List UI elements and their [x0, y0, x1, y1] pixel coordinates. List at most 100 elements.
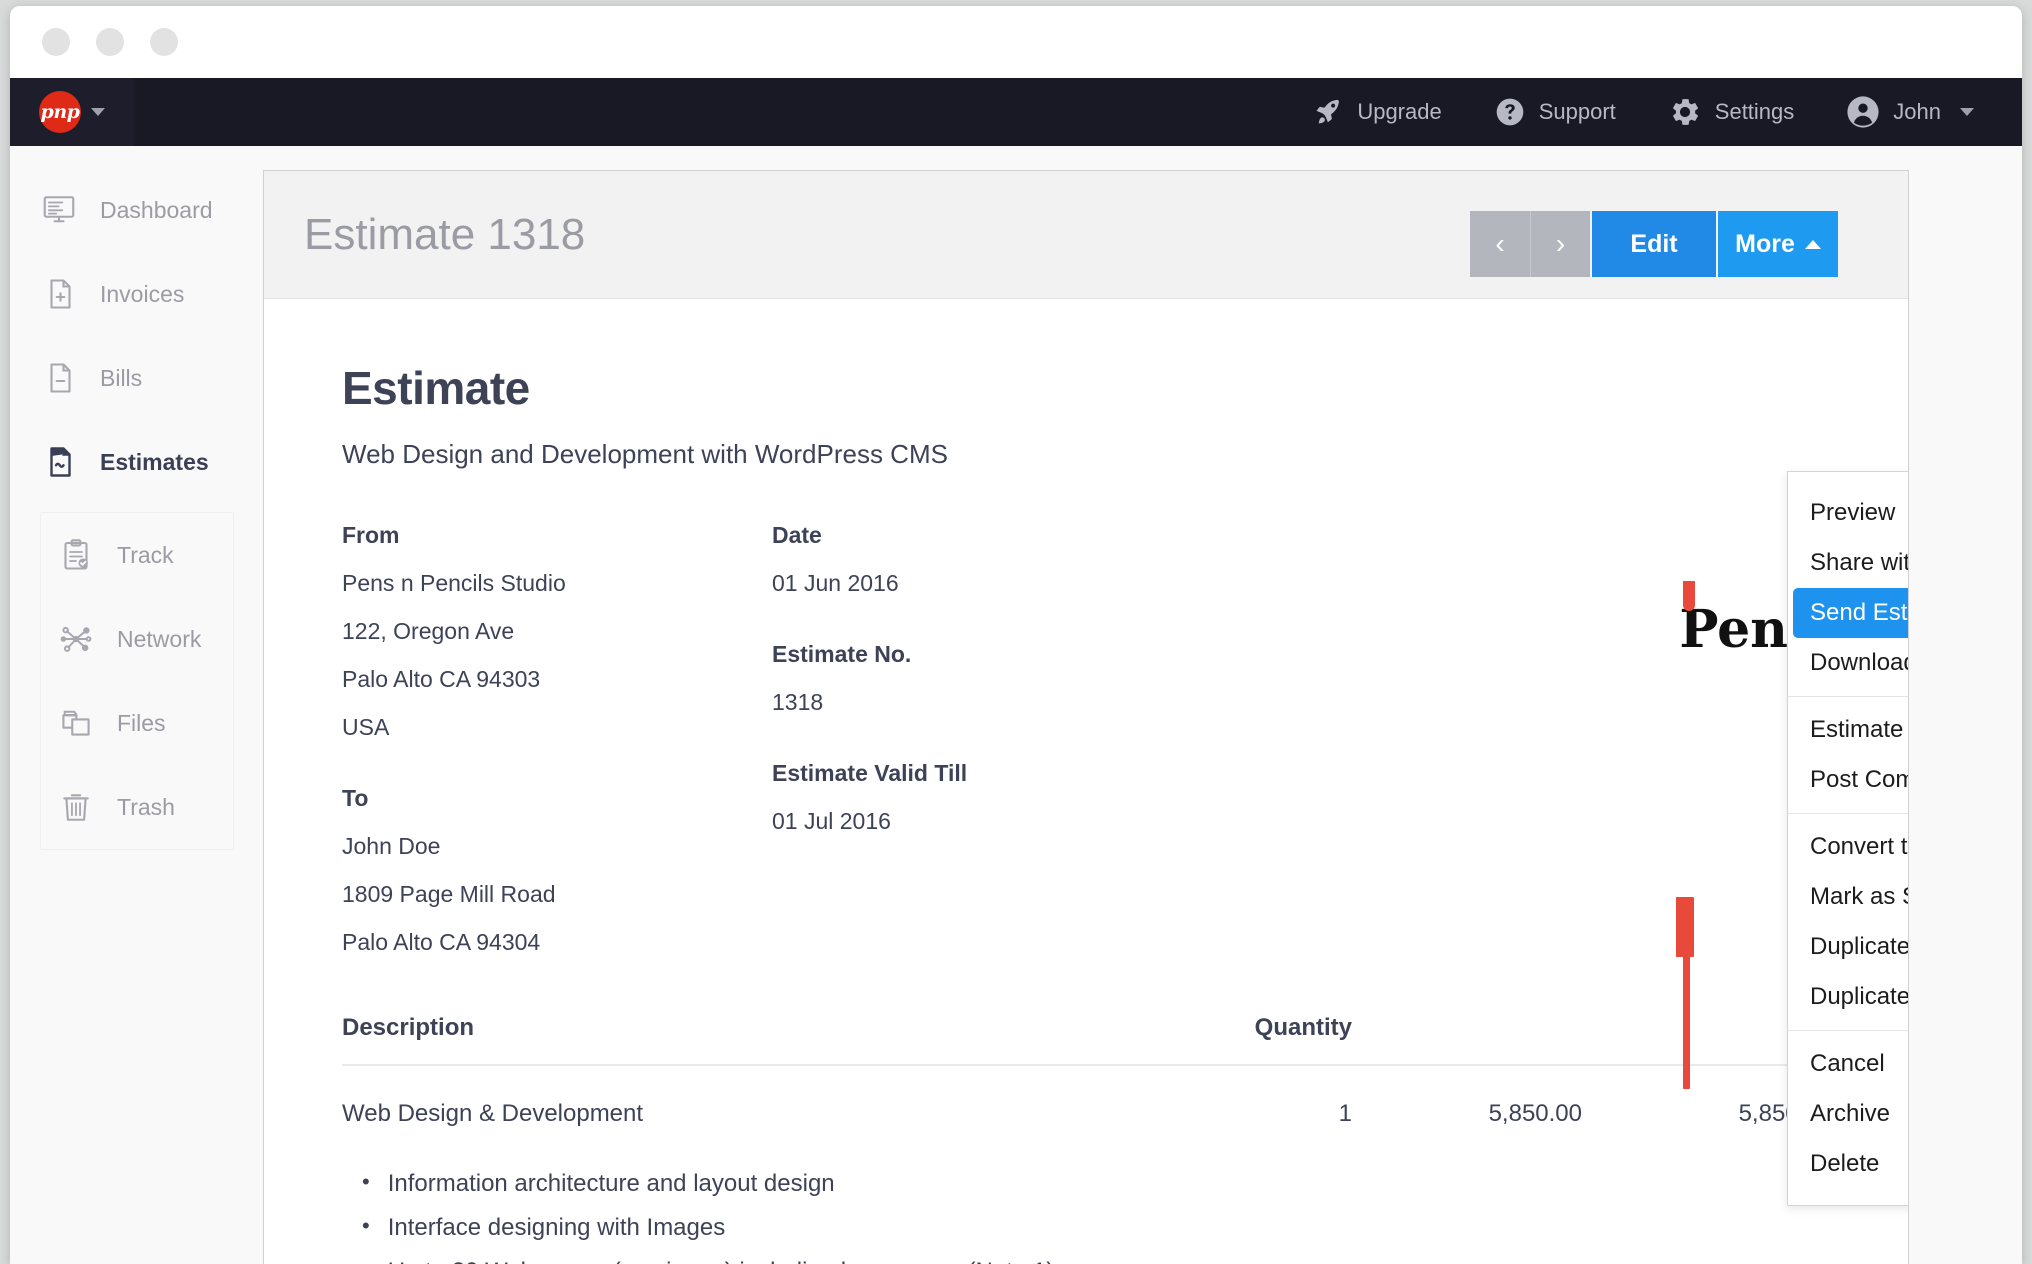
sidebar-item-estimates[interactable]: Estimates	[10, 420, 252, 504]
estimate-no-label: Estimate No.	[772, 641, 912, 667]
sidebar-item-network[interactable]: Network	[41, 597, 233, 681]
from-line: 122, Oregon Ave	[342, 618, 515, 644]
table-header-row: Description Quantity	[342, 1014, 1832, 1066]
top-navigation-actions: Upgrade Support Settings John	[1288, 78, 2000, 146]
gear-icon	[1668, 95, 1702, 129]
sidebar-secondary-group: Track Network Files Trash	[40, 512, 234, 850]
menu-item-post-comment[interactable]: Post Comment	[1788, 755, 1908, 805]
menu-item-duplicate-as-recurring[interactable]: Duplicate as Recurring	[1788, 972, 1908, 1022]
sidebar-item-label: Network	[117, 625, 202, 652]
menu-item-preview[interactable]: Preview	[1788, 488, 1908, 538]
prev-estimate-button[interactable]: ‹	[1470, 211, 1530, 277]
bullet-dot-icon: •	[362, 1213, 370, 1238]
status-stamp-top	[1683, 581, 1695, 611]
nav-item-upgrade[interactable]: Upgrade	[1288, 78, 1467, 146]
next-estimate-button[interactable]: ›	[1530, 211, 1590, 277]
nav-item-label: John	[1893, 99, 1941, 124]
menu-item-convert-to-invoice[interactable]: Convert to Invoice	[1788, 822, 1908, 872]
from-block: From Pens n Pencils Studio 122, Oregon A…	[342, 522, 772, 741]
browser-window: pnp Upgrade Support Settings John Dashbo…	[10, 6, 2022, 1264]
menu-item-download-as-pdf[interactable]: Download as PDF	[1788, 638, 1908, 688]
menu-group: Convert to Invoice Mark as Sent Duplicat…	[1788, 813, 1908, 1030]
page-title: Estimate 1318	[304, 209, 586, 259]
status-stamp-tail	[1683, 954, 1690, 1089]
list-item: • Information architecture and layout de…	[342, 1154, 1832, 1198]
to-block: To John Doe 1809 Page Mill Road Palo Alt…	[342, 785, 772, 956]
menu-item-estimate-activity[interactable]: Estimate Activity	[1788, 705, 1908, 755]
estimate-no-value: 1318	[772, 689, 824, 715]
menu-item-send-estimate[interactable]: Send Estimate	[1793, 588, 1908, 638]
sidebar-item-trash[interactable]: Trash	[41, 765, 233, 849]
sidebar-item-label: Dashboard	[100, 196, 213, 223]
more-button-label: More	[1735, 229, 1795, 258]
bullet-text: Interface designing with Images	[387, 1214, 726, 1241]
sidebar-item-dashboard[interactable]: Dashboard	[10, 168, 252, 252]
document-meta: From Pens n Pencils Studio 122, Oregon A…	[342, 522, 1908, 956]
menu-item-duplicate-estimate[interactable]: Duplicate Estimate	[1788, 922, 1908, 972]
sidebar-item-bills[interactable]: Bills	[10, 336, 252, 420]
nav-item-support[interactable]: Support	[1468, 78, 1642, 146]
nav-item-user-john[interactable]: John	[1820, 78, 2000, 146]
valid-till-label: Estimate Valid Till	[772, 760, 968, 786]
date-label: Date	[772, 522, 822, 548]
more-dropdown-menu: Preview Share with Team Send Estimate Do…	[1787, 471, 1908, 1206]
cell-description: Web Design & Development	[342, 1100, 644, 1127]
close-dot[interactable]	[42, 28, 70, 56]
monitor-icon	[40, 191, 78, 229]
network-nodes-icon	[57, 620, 95, 658]
chevron-down-icon	[91, 108, 105, 116]
from-line: Palo Alto CA 94303	[342, 666, 541, 692]
document-minus-icon	[40, 359, 78, 397]
to-label: To	[342, 785, 369, 811]
chevron-up-icon	[1804, 239, 1821, 249]
clipboard-check-icon	[57, 536, 95, 574]
rocket-icon	[1314, 97, 1344, 127]
valid-till-block: Estimate Valid Till 01 Jul 2016	[772, 760, 1202, 835]
files-stack-icon	[57, 704, 95, 742]
more-button[interactable]: More	[1718, 211, 1838, 277]
cell-quantity: 1	[1338, 1100, 1352, 1127]
list-item: • Interface designing with Images	[342, 1198, 1832, 1242]
user-avatar-icon	[1846, 95, 1880, 129]
bullet-dot-icon: •	[362, 1257, 370, 1264]
sidebar-item-label: Estimates	[100, 448, 209, 475]
sidebar-item-label: Trash	[117, 793, 175, 820]
document-wave-icon	[40, 443, 78, 481]
sidebar-item-label: Files	[117, 709, 166, 736]
date-value: 01 Jun 2016	[772, 570, 899, 596]
minimize-dot[interactable]	[96, 28, 124, 56]
column-header-rate	[1352, 1014, 1582, 1042]
app-body: Dashboard Invoices Bills Estimates Track…	[10, 146, 2022, 1264]
menu-item-mark-as-sent[interactable]: Mark as Sent	[1788, 872, 1908, 922]
bullet-text: Up to 20 Web pages (maximum) including h…	[388, 1258, 1055, 1264]
chevron-down-icon	[1960, 108, 1974, 116]
from-label: From	[342, 522, 400, 548]
menu-item-archive[interactable]: Archive	[1788, 1089, 1908, 1139]
sidebar-item-invoices[interactable]: Invoices	[10, 252, 252, 336]
estimate-no-block: Estimate No. 1318	[772, 641, 1202, 716]
list-item: • Up to 20 Web pages (maximum) including…	[342, 1242, 1832, 1264]
brand-menu[interactable]: pnp	[10, 78, 134, 146]
column-header-quantity: Quantity	[1254, 1014, 1352, 1041]
menu-item-share-with-team[interactable]: Share with Team	[1788, 538, 1908, 588]
bullet-text: Information architecture and layout desi…	[387, 1170, 835, 1197]
meta-parties: From Pens n Pencils Studio 122, Oregon A…	[342, 522, 772, 956]
menu-item-delete[interactable]: Delete	[1788, 1139, 1908, 1189]
menu-group: Preview Share with Team Send Estimate Do…	[1788, 480, 1908, 696]
sidebar-item-label: Bills	[100, 364, 143, 391]
to-line: 1809 Page Mill Road	[342, 881, 556, 907]
document-title: Estimate	[342, 362, 530, 414]
pnp-logo-icon: pnp	[39, 91, 81, 133]
sidebar-item-files[interactable]: Files	[41, 681, 233, 765]
menu-item-cancel[interactable]: Cancel	[1788, 1039, 1908, 1089]
trash-icon	[57, 788, 95, 826]
sidebar-item-label: Invoices	[100, 280, 185, 307]
line-items-table: Description Quantity Web Design & Develo…	[342, 1014, 1832, 1264]
nav-item-settings[interactable]: Settings	[1642, 78, 1821, 146]
edit-button[interactable]: Edit	[1592, 211, 1716, 277]
zoom-dot[interactable]	[150, 28, 178, 56]
column-header-description: Description	[342, 1014, 475, 1041]
meta-dates: Date 01 Jun 2016 Estimate No. 1318 Estim…	[772, 522, 1202, 956]
sidebar-item-track[interactable]: Track	[41, 513, 233, 597]
status-stamp-bottom	[1676, 897, 1694, 957]
